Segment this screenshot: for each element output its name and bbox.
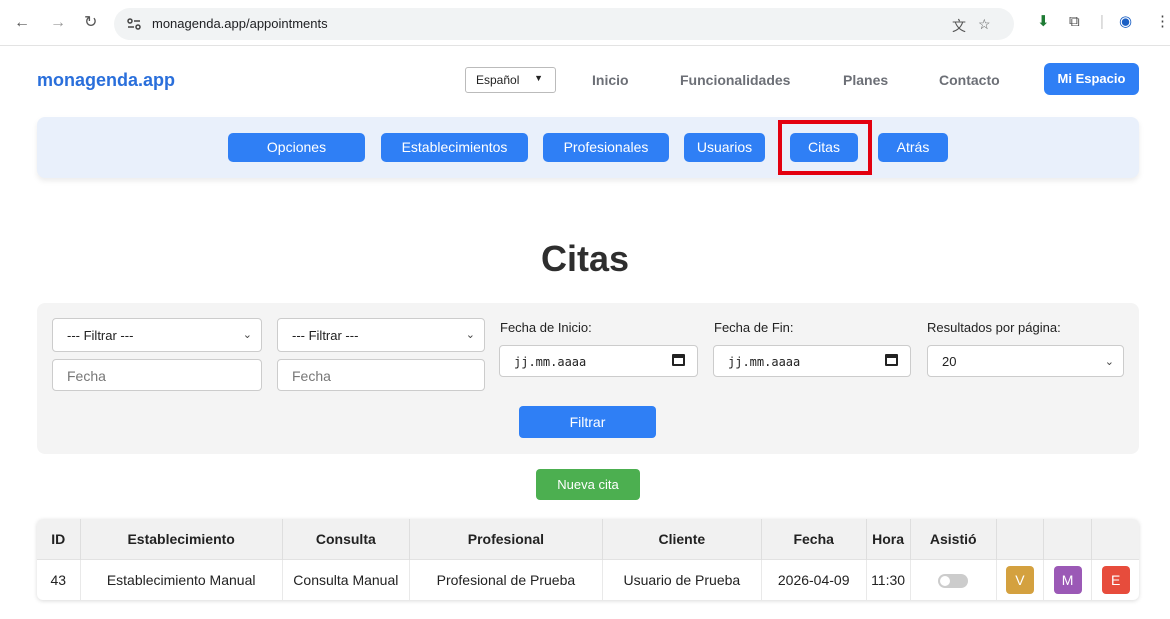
chevron-down-icon: ⌄ [1104, 356, 1114, 368]
fecha-input-2[interactable]: Fecha [277, 359, 485, 391]
start-date-placeholder: jj.mm.aaaa [514, 355, 587, 369]
tab-atras[interactable]: Atrás [878, 133, 948, 162]
start-date-input[interactable]: jj.mm.aaaa [499, 345, 698, 377]
col-asistio: Asistió [910, 519, 997, 559]
mi-espacio-button[interactable]: Mi Espacio [1044, 63, 1139, 95]
chevron-down-icon: ⌄ [465, 329, 475, 341]
download-extension-icon[interactable]: ⬇ [1037, 12, 1050, 32]
nav-planes[interactable]: Planes [843, 72, 888, 88]
calendar-icon[interactable] [885, 354, 898, 366]
per-page-label: Resultados por página: [927, 320, 1061, 335]
brand-logo[interactable]: monagenda.app [37, 70, 175, 91]
language-value: Español [476, 73, 520, 87]
col-fecha: Fecha [761, 519, 867, 559]
col-id: ID [37, 519, 81, 559]
tab-profesionales[interactable]: Profesionales [543, 133, 669, 162]
col-cliente: Cliente [602, 519, 762, 559]
nav-inicio[interactable]: Inicio [592, 72, 629, 88]
col-hora: Hora [866, 519, 911, 559]
appointments-table: ID Establecimiento Consulta Profesional … [37, 519, 1139, 600]
language-select[interactable]: Español ▼ [465, 67, 556, 93]
filter-select-2[interactable]: --- Filtrar --- ⌄ [277, 318, 485, 352]
view-button[interactable]: V [1005, 565, 1034, 594]
cell-id: 43 [37, 558, 81, 600]
chevron-down-icon: ⌄ [242, 329, 252, 341]
reload-icon[interactable]: ↻ [84, 13, 97, 33]
toggle-knob [940, 575, 951, 586]
end-date-input[interactable]: jj.mm.aaaa [713, 345, 911, 377]
col-action-v [996, 519, 1045, 559]
cell-action-m: M [1043, 558, 1093, 600]
tab-establecimientos[interactable]: Establecimientos [381, 133, 528, 162]
end-date-label: Fecha de Fin: [714, 320, 794, 335]
table-header-row: ID Establecimiento Consulta Profesional … [37, 519, 1139, 559]
translate-icon[interactable]: 文 [952, 16, 966, 36]
toolbar-divider: | [1100, 13, 1104, 30]
tab-usuarios[interactable]: Usuarios [684, 133, 765, 162]
cell-profesional: Profesional de Prueba [409, 558, 603, 600]
per-page-select[interactable]: 20 ⌄ [927, 345, 1124, 377]
cell-establecimiento: Establecimiento Manual [80, 558, 283, 600]
fecha-input-1[interactable]: Fecha [52, 359, 262, 391]
filtrar-button[interactable]: Filtrar [519, 406, 656, 438]
cell-action-v: V [996, 558, 1045, 600]
cell-consulta: Consulta Manual [282, 558, 410, 600]
menu-kebab-icon[interactable]: ⋮ [1155, 12, 1170, 32]
bookmark-star-icon[interactable]: ☆ [978, 16, 991, 33]
address-bar[interactable]: monagenda.app/appointments 文 ☆ [114, 8, 1014, 40]
col-consulta: Consulta [282, 519, 410, 559]
cell-fecha: 2026-04-09 [761, 558, 867, 600]
nav-funcionalidades[interactable]: Funcionalidades [680, 72, 790, 88]
asistio-toggle[interactable] [938, 573, 969, 588]
col-profesional: Profesional [409, 519, 603, 559]
cell-hora: 11:30 [866, 558, 911, 600]
table-row: 43 Establecimiento Manual Consulta Manua… [37, 558, 1139, 600]
cell-action-e: E [1091, 558, 1139, 600]
col-action-m [1043, 519, 1093, 559]
delete-button[interactable]: E [1101, 565, 1130, 594]
tab-opciones[interactable]: Opciones [228, 133, 365, 162]
highlight-box [778, 120, 872, 175]
site-settings-icon[interactable] [127, 17, 141, 31]
cell-asistio [910, 558, 997, 600]
modify-button[interactable]: M [1053, 565, 1082, 594]
col-action-e [1091, 519, 1139, 559]
extensions-icon[interactable]: ⧉ [1069, 12, 1080, 32]
forward-icon[interactable]: → [50, 13, 66, 33]
filter-select-1-value: --- Filtrar --- [67, 328, 134, 343]
calendar-icon[interactable] [672, 354, 685, 366]
nav-contacto[interactable]: Contacto [939, 72, 1000, 88]
per-page-value: 20 [942, 354, 957, 369]
profile-icon[interactable]: ◉ [1119, 12, 1132, 32]
filter-select-2-value: --- Filtrar --- [292, 328, 359, 343]
col-establecimiento: Establecimiento [80, 519, 283, 559]
browser-toolbar: ← → ↻ monagenda.app/appointments 文 ☆ ⬇ ⧉… [0, 0, 1170, 46]
cell-cliente: Usuario de Prueba [602, 558, 762, 600]
start-date-label: Fecha de Inicio: [500, 320, 592, 335]
back-icon[interactable]: ← [14, 13, 30, 33]
url-text: monagenda.app/appointments [152, 16, 328, 31]
end-date-placeholder: jj.mm.aaaa [728, 355, 801, 369]
filter-select-1[interactable]: --- Filtrar --- ⌄ [52, 318, 262, 352]
nueva-cita-button[interactable]: Nueva cita [536, 469, 640, 500]
chevron-down-icon: ▼ [534, 73, 543, 83]
page-title: Citas [540, 238, 630, 279]
